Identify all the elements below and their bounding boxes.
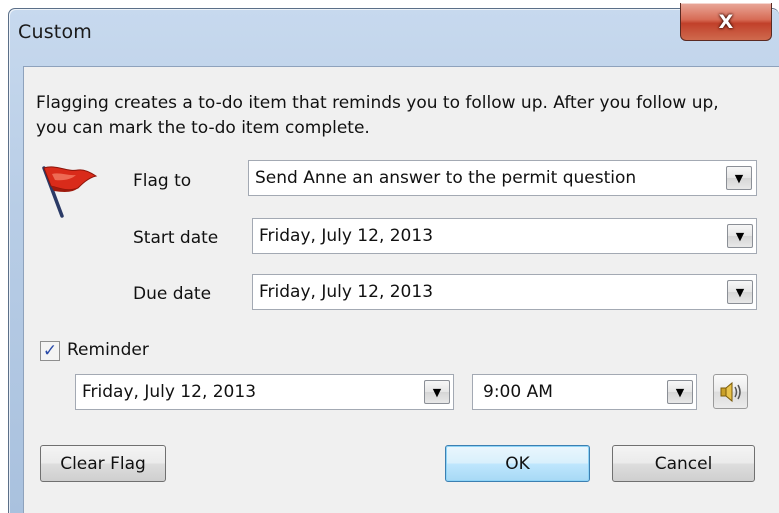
reminder-date-value: Friday, July 12, 2013 <box>82 382 257 402</box>
start-date-label: Start date <box>133 228 219 248</box>
close-icon: X <box>718 10 734 33</box>
chevron-down-icon[interactable]: ▼ <box>667 380 693 404</box>
reminder-sound-button[interactable] <box>713 374 748 409</box>
due-date-label: Due date <box>133 284 212 304</box>
reminder-label[interactable]: Reminder <box>67 340 149 360</box>
flag-to-value: Send Anne an answer to the permit questi… <box>255 168 637 188</box>
red-flag-icon <box>42 166 98 218</box>
reminder-time-value[interactable]: 9:00 AM <box>483 375 656 409</box>
checkmark-icon: ✓ <box>42 341 58 361</box>
clear-flag-button[interactable]: Clear Flag <box>40 445 166 482</box>
chevron-down-icon[interactable]: ▼ <box>424 380 450 404</box>
reminder-date-combobox[interactable]: Friday, July 12, 2013 ▼ <box>75 374 454 410</box>
window-title: Custom <box>18 21 92 43</box>
chevron-down-icon[interactable]: ▼ <box>726 166 752 190</box>
ok-button[interactable]: OK <box>445 445 590 482</box>
reminder-time-combobox[interactable]: 9:00 AM ▼ <box>472 374 697 410</box>
due-date-combobox[interactable]: Friday, July 12, 2013 ▼ <box>252 274 757 310</box>
flag-to-label: Flag to <box>133 171 192 191</box>
reminder-checkbox[interactable]: ✓ <box>40 341 60 361</box>
close-button[interactable]: X <box>680 3 772 41</box>
start-date-value: Friday, July 12, 2013 <box>259 226 434 246</box>
start-date-combobox[interactable]: Friday, July 12, 2013 ▼ <box>252 218 757 254</box>
flag-to-combobox[interactable]: Send Anne an answer to the permit questi… <box>248 160 757 196</box>
chevron-down-icon[interactable]: ▼ <box>727 280 753 304</box>
due-date-value: Friday, July 12, 2013 <box>259 282 434 302</box>
speaker-icon <box>720 381 741 402</box>
description-text: Flagging creates a to-do item that remin… <box>36 93 719 138</box>
cancel-button[interactable]: Cancel <box>612 445 755 482</box>
chevron-down-icon[interactable]: ▼ <box>727 224 753 248</box>
